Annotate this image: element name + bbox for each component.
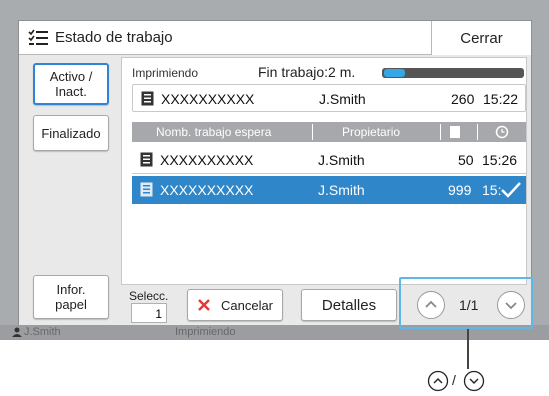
selection-label: Selecc.: [129, 289, 169, 303]
job-owner: J.Smith: [318, 152, 365, 168]
status-state: Imprimiendo: [175, 326, 236, 338]
header-divider: [312, 124, 313, 140]
job-pages: 260: [451, 91, 475, 107]
queue-row-selected[interactable]: XXXXXXXXXX J.Smith 999 15:: [132, 176, 526, 204]
job-name: XXXXXXXXXX: [160, 182, 254, 198]
details-button[interactable]: Detalles: [301, 289, 397, 321]
cancel-label: Cancelar: [220, 297, 274, 313]
user-icon: [12, 327, 22, 337]
document-icon: [140, 152, 153, 167]
print-progress-bar: [382, 68, 524, 78]
header-divider: [440, 124, 441, 140]
navigation-highlight-box: [399, 277, 533, 329]
printing-label: Imprimiendo: [132, 66, 199, 80]
header-name: Nomb. trabajo espera: [156, 125, 272, 139]
job-pages: 999: [448, 182, 472, 198]
clock-icon: [495, 125, 509, 139]
callout-line: [467, 329, 469, 369]
job-name: XXXXXXXXXX: [160, 152, 254, 168]
tab-active-inactive[interactable]: Activo / Inact.: [33, 63, 109, 105]
pages-icon: [450, 126, 460, 138]
cancel-button[interactable]: Cancelar: [187, 289, 283, 321]
tab-finished[interactable]: Finalizado: [33, 115, 109, 151]
document-icon: [141, 91, 154, 106]
job-name: XXXXXXXXXX: [161, 91, 255, 107]
queue-row[interactable]: XXXXXXXXXX J.Smith 50 15:26: [132, 146, 526, 174]
chevron-down-icon: [463, 370, 485, 392]
job-time: 15:22: [483, 91, 519, 107]
legend-separator: /: [452, 372, 456, 388]
print-progress-fill: [384, 69, 405, 77]
header-divider: [477, 124, 478, 140]
document-icon: [140, 182, 153, 197]
selection-count: 1: [131, 303, 167, 323]
close-icon: [198, 299, 210, 311]
paper-info-label: Infor. papel: [55, 282, 87, 312]
job-time: 15:: [482, 182, 502, 198]
checkmark-icon: [501, 182, 521, 198]
tab-active-inactive-label: Activo / Inact.: [49, 69, 93, 99]
title-bar: Estado de trabajo Cerrar: [19, 21, 531, 55]
tab-finished-label: Finalizado: [41, 125, 101, 141]
status-user: J.Smith: [24, 326, 61, 338]
job-owner: J.Smith: [319, 91, 366, 107]
queue-header: Nomb. trabajo espera Propietario: [132, 122, 526, 142]
page-title: Estado de trabajo: [55, 29, 173, 46]
paper-info-button[interactable]: Infor. papel: [33, 275, 109, 319]
list-icon: [28, 29, 48, 45]
chevron-up-icon: [427, 370, 449, 392]
printing-job-row[interactable]: XXXXXXXXXX J.Smith 260 15:22: [132, 84, 526, 112]
job-time: 15:26: [482, 152, 518, 168]
job-list-panel: Imprimiendo Fin trabajo:2 m. XXXXXXXXXX …: [121, 57, 527, 285]
job-owner: J.Smith: [318, 182, 365, 198]
header-owner: Propietario: [342, 125, 401, 139]
job-pages: 50: [458, 152, 474, 168]
close-button[interactable]: Cerrar: [431, 21, 531, 55]
finish-time-label: Fin trabajo:2 m.: [258, 64, 356, 80]
